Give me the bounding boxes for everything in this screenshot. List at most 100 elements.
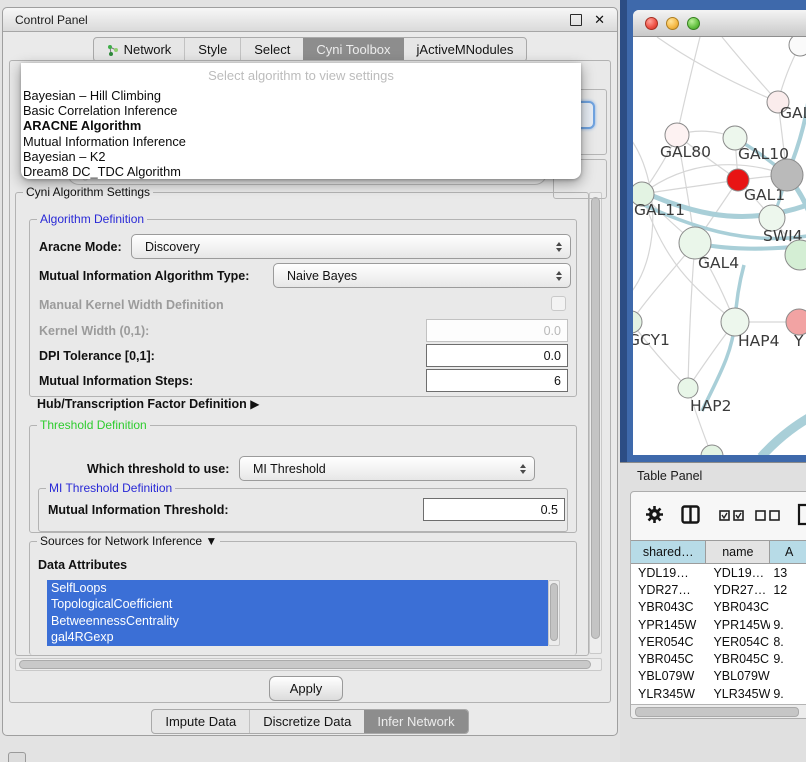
table-row[interactable]: YER054CYER054C8. [631, 633, 806, 650]
group-title: Threshold Definition [37, 418, 150, 432]
dpi-tolerance-input[interactable]: 0.0 [426, 344, 568, 367]
mi-threshold-label: Mutual Information Threshold: [48, 503, 229, 517]
table-row[interactable]: YBR045CYBR045C9. [631, 650, 806, 667]
table-header-row: shared…nameA [631, 540, 806, 564]
aracne-mode-combo[interactable]: Discovery [131, 234, 571, 259]
attribute-list-scrollbar[interactable] [548, 580, 560, 646]
algorithm-option-list: Bayesian – Hill ClimbingBasic Correlatio… [23, 88, 579, 179]
node-label: GCY1 [633, 331, 670, 349]
table-cell: YDR27… [706, 583, 770, 597]
tab-impute-data[interactable]: Impute Data [152, 710, 249, 733]
dropdown-placeholder: Select algorithm to view settings [21, 63, 581, 83]
attribute-list[interactable]: SelfLoopsTopologicalCoefficientBetweenne… [47, 580, 548, 646]
float-window-icon[interactable] [570, 14, 582, 26]
algorithm-option[interactable]: ARACNE Algorithm [23, 118, 579, 133]
table-row[interactable]: YDR27…YDR27…12 [631, 581, 806, 598]
mi-threshold-input[interactable]: 0.5 [423, 498, 565, 521]
group-title: Sources for Network Inference ▼ [37, 534, 220, 548]
column-header[interactable]: shared… [631, 541, 706, 563]
table-cell: YBR043C [706, 600, 770, 614]
network-desktop: GALGAL80GAL10GAL1GAL11SWI4GAL4GCY1HAP4YH… [620, 0, 806, 462]
table-cell: YPR145W [706, 618, 770, 632]
tab-infer-network[interactable]: Infer Network [364, 710, 467, 733]
network-node[interactable] [701, 445, 723, 455]
sources-group: Sources for Network Inference ▼ Data Att… [29, 541, 577, 655]
table-cell: YDR27… [631, 583, 706, 597]
table-cell: YBL079W [631, 669, 706, 683]
kernel-width-label: Kernel Width (0,1): [39, 324, 149, 338]
column-header[interactable]: name [706, 541, 770, 563]
table-cell: YER054C [631, 635, 706, 649]
columns-icon[interactable] [681, 505, 700, 524]
aracne-mode-label: Aracne Mode: [39, 240, 122, 254]
tab-cyni-toolbox[interactable]: Cyni Toolbox [303, 38, 403, 61]
attribute-item[interactable]: SelfLoops [47, 580, 548, 596]
which-threshold-combo[interactable]: MI Threshold [239, 456, 535, 481]
network-node[interactable] [789, 37, 806, 56]
network-edge [677, 37, 700, 135]
mi-type-combo[interactable]: Naive Bayes [273, 263, 571, 288]
column-header[interactable]: A [770, 541, 806, 563]
settings-vertical-scrollbar[interactable] [589, 192, 602, 654]
attribute-item[interactable]: BetweennessCentrality [47, 613, 548, 629]
table-cell: YBR045C [631, 652, 706, 666]
settings-horizontal-scrollbar[interactable] [15, 658, 602, 671]
attribute-item[interactable]: TopologicalCoefficient [47, 596, 548, 612]
collapse-arrow-icon: ▼ [205, 534, 217, 548]
zoom-traffic-light-icon[interactable] [687, 17, 700, 30]
manual-kernel-checkbox[interactable] [551, 296, 566, 311]
node-label: GAL [780, 104, 806, 122]
minimized-panel-icon[interactable] [8, 752, 26, 762]
tab-jactivemnodules[interactable]: jActiveMNodules [404, 38, 527, 61]
table-horizontal-scrollbar[interactable] [631, 704, 806, 718]
close-traffic-light-icon[interactable] [645, 17, 658, 30]
table-row[interactable]: YBR043CYBR043C [631, 599, 806, 616]
network-node[interactable] [771, 159, 803, 191]
tab-discretize-data[interactable]: Discretize Data [249, 710, 364, 733]
table-panel-section: Table Panel [620, 462, 806, 762]
close-icon[interactable]: ✕ [594, 15, 605, 25]
tab-network[interactable]: Network [94, 38, 185, 61]
algorithm-option[interactable]: Bayesian – K2 [23, 149, 579, 164]
algorithm-option[interactable]: Dream8 DC_TDC Algorithm [23, 164, 579, 179]
tab-select[interactable]: Select [240, 38, 303, 61]
table-cell: 8. [770, 635, 806, 649]
node-label: GAL80 [660, 143, 711, 161]
table-row[interactable]: YBL079WYBL079W [631, 668, 806, 685]
network-edge [688, 243, 695, 388]
algorithm-definition-group: Algorithm Definition Aracne Mode: Discov… [29, 219, 577, 397]
node-label: Y [793, 332, 804, 350]
network-view-window[interactable]: GALGAL80GAL10GAL1GAL11SWI4GAL4GCY1HAP4YH… [633, 10, 806, 455]
node-label: GAL4 [698, 254, 739, 272]
desktop-edge-shadow [620, 0, 627, 462]
hub-definition-expander[interactable]: Hub/Transcription Factor Definition ▶ [37, 397, 259, 411]
network-node[interactable] [633, 311, 642, 333]
kernel-width-input[interactable]: 0.0 [426, 319, 568, 342]
network-window-titlebar [633, 10, 806, 37]
unchecked-pair-icon[interactable] [755, 510, 781, 521]
algorithm-option[interactable]: Bayesian – Hill Climbing [23, 88, 579, 103]
network-canvas[interactable]: GALGAL80GAL10GAL1GAL11SWI4GAL4GCY1HAP4YH… [633, 37, 806, 455]
gear-icon[interactable] [645, 505, 664, 524]
algorithm-option[interactable]: Basic Correlation Inference [23, 103, 579, 118]
attribute-item[interactable]: gal4RGexp [47, 629, 548, 645]
tab-style[interactable]: Style [184, 38, 240, 61]
dpi-tolerance-label: DPI Tolerance [0,1]: [39, 349, 155, 363]
table-cell: YLR345W [706, 687, 770, 701]
control-panel-window: Control Panel ✕ Network Style S [2, 7, 618, 736]
algorithm-option[interactable]: Mutual Information Inference [23, 134, 579, 149]
minimize-traffic-light-icon[interactable] [666, 17, 679, 30]
group-title: MI Threshold Definition [46, 481, 175, 495]
network-node[interactable] [678, 378, 698, 398]
apply-button[interactable]: Apply [269, 676, 343, 701]
application-root: Control Panel ✕ Network Style S [0, 0, 806, 762]
table-cell: 12 [770, 583, 806, 597]
table-row[interactable]: YPR145WYPR145W9. [631, 616, 806, 633]
table-cell: YDL19… [706, 566, 770, 580]
document-icon[interactable] [797, 503, 806, 526]
mi-steps-input[interactable]: 6 [426, 369, 568, 392]
checked-pair-icon[interactable] [719, 510, 745, 521]
threshold-definition-group: Threshold Definition Which threshold to … [29, 425, 577, 533]
table-row[interactable]: YDL19…YDL19…13 [631, 564, 806, 581]
table-row[interactable]: YLR345WYLR345W9. [631, 685, 806, 702]
